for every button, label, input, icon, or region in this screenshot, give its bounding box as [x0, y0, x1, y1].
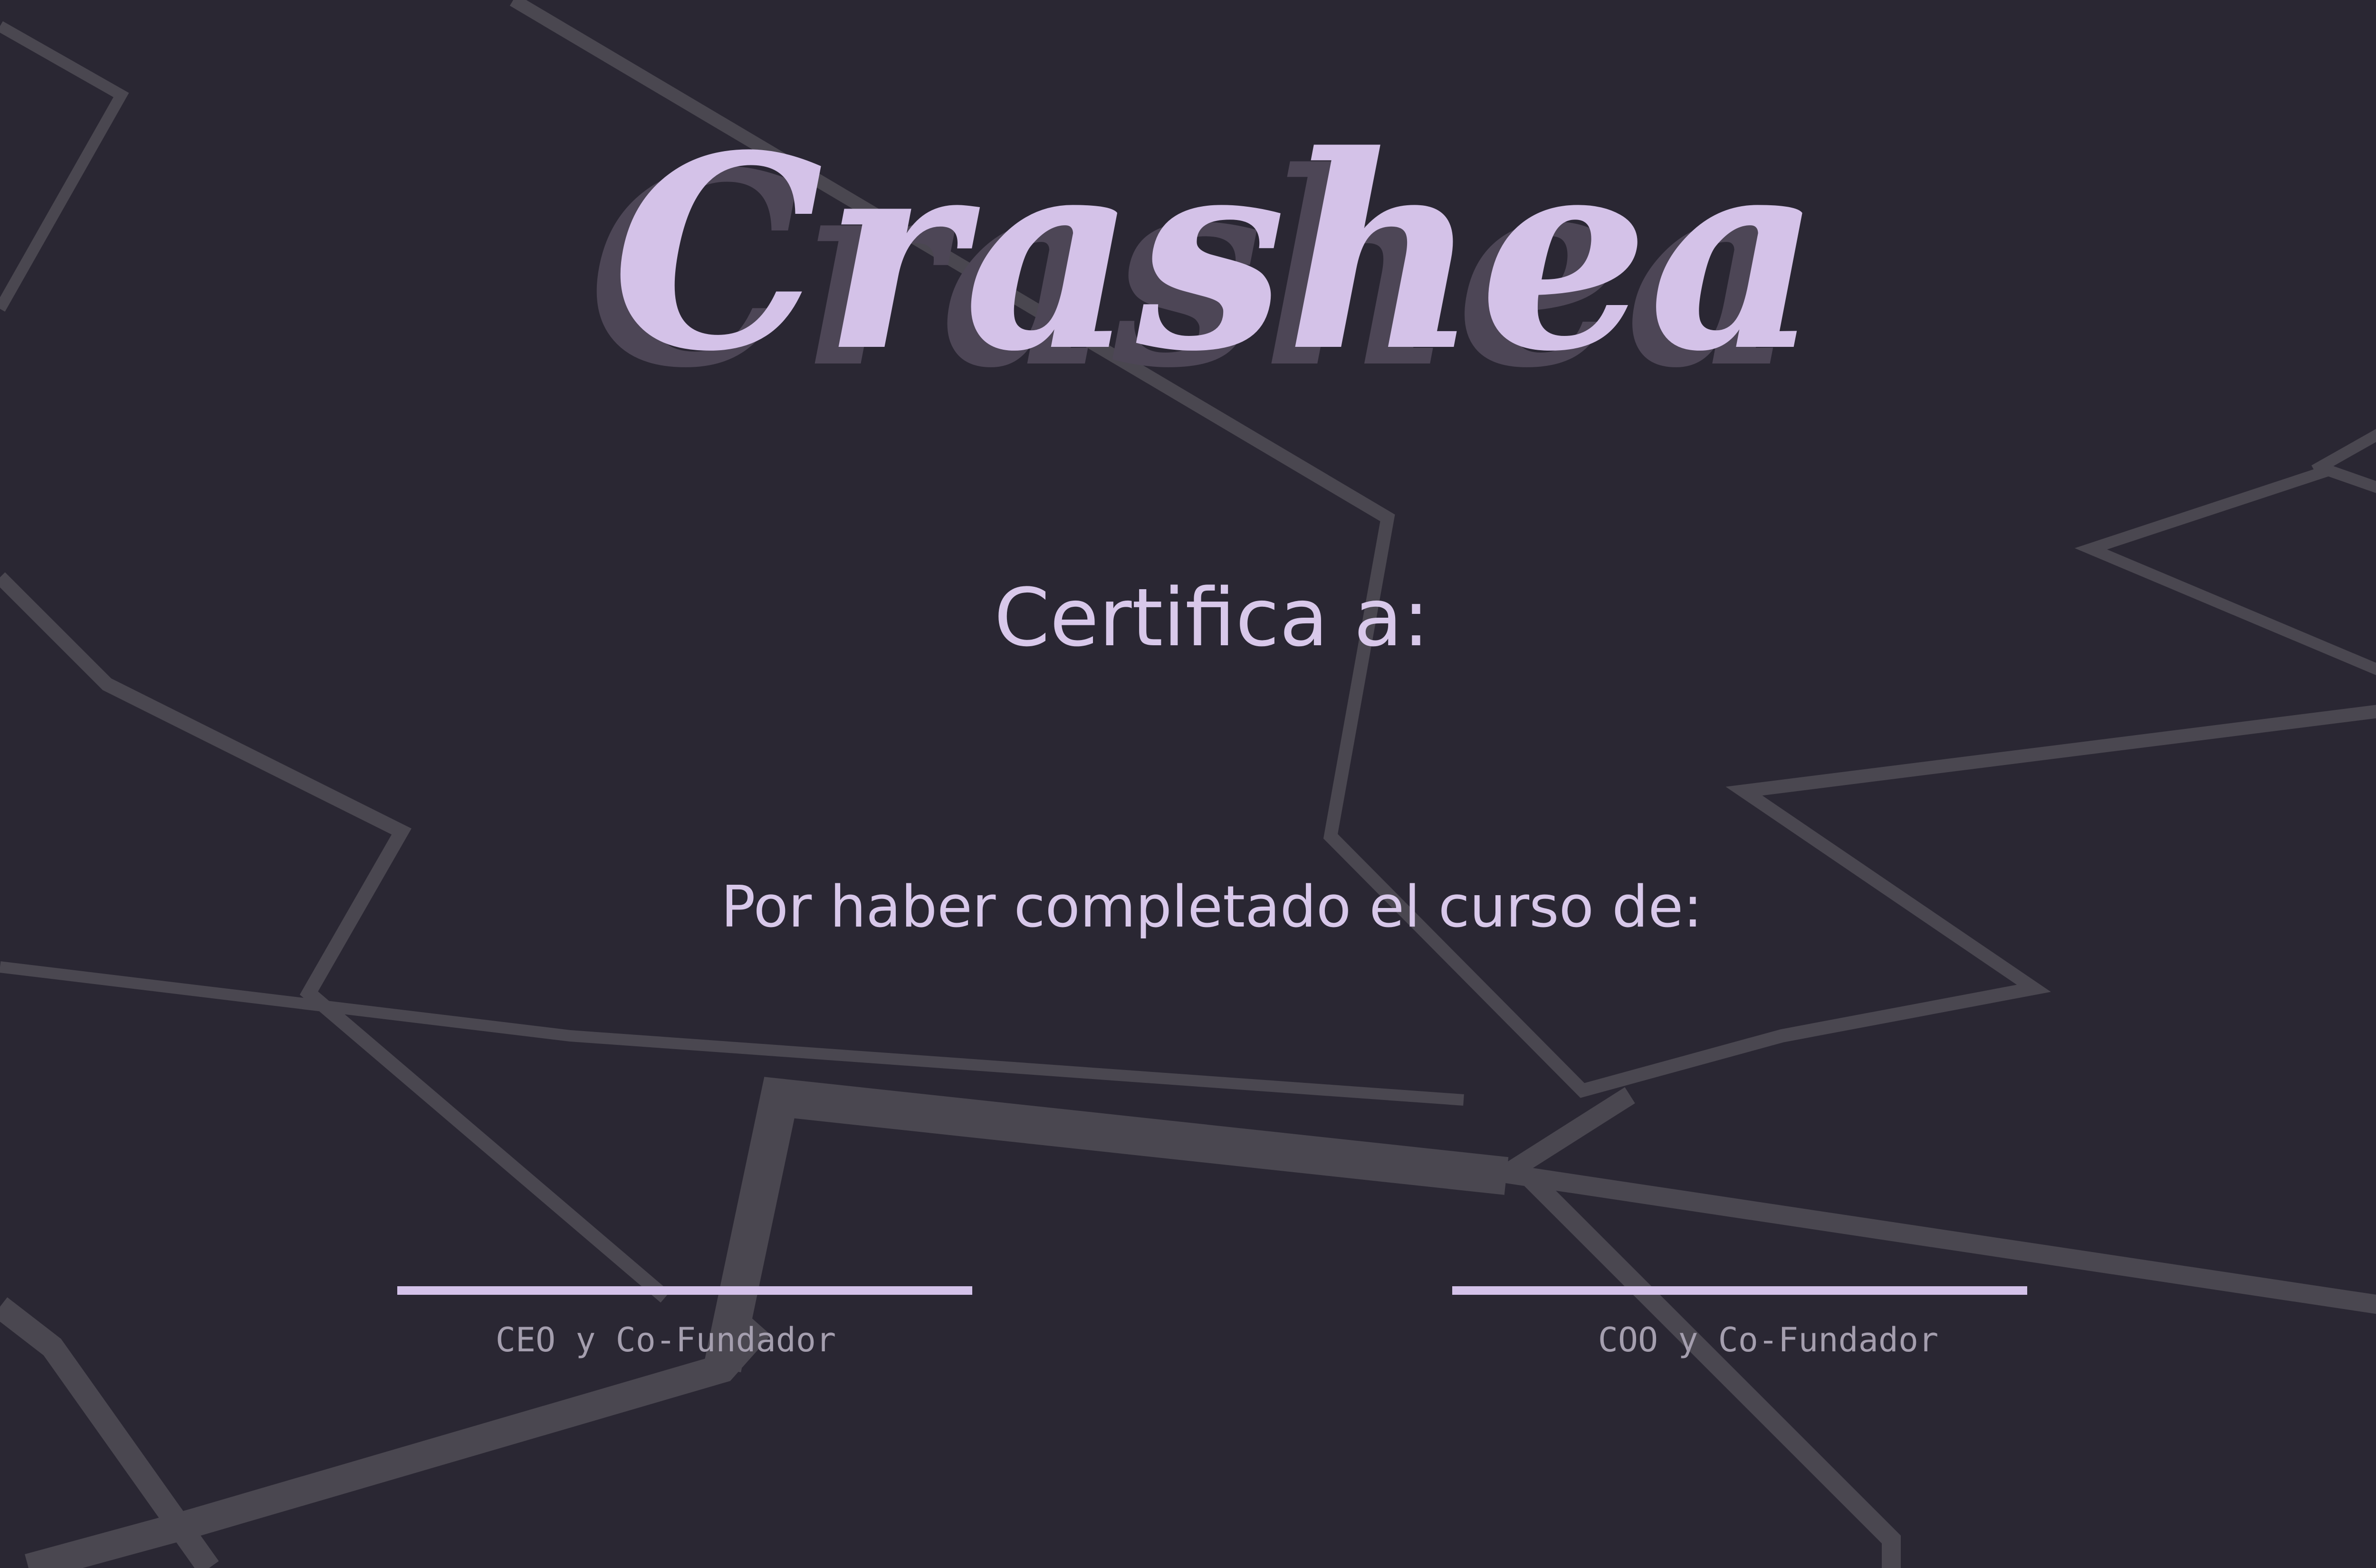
- ceo-signature-title: CEO y Co-Fundador: [495, 1320, 836, 1359]
- certifies-heading: Certifica a:: [994, 571, 1430, 664]
- coo-signature-title: COO y Co-Fundador: [1598, 1320, 1939, 1359]
- course-heading: Por haber completado el curso de:: [721, 874, 1703, 940]
- brand-logo: Crashea Crashea: [588, 119, 1821, 427]
- coo-signature-line: [1452, 1286, 2027, 1295]
- brand-logo-text: Crashea: [612, 119, 1821, 410]
- certificate-page: Crashea Crashea Certifica a: Por haber c…: [0, 0, 2376, 1568]
- ceo-signature-line: [397, 1286, 972, 1295]
